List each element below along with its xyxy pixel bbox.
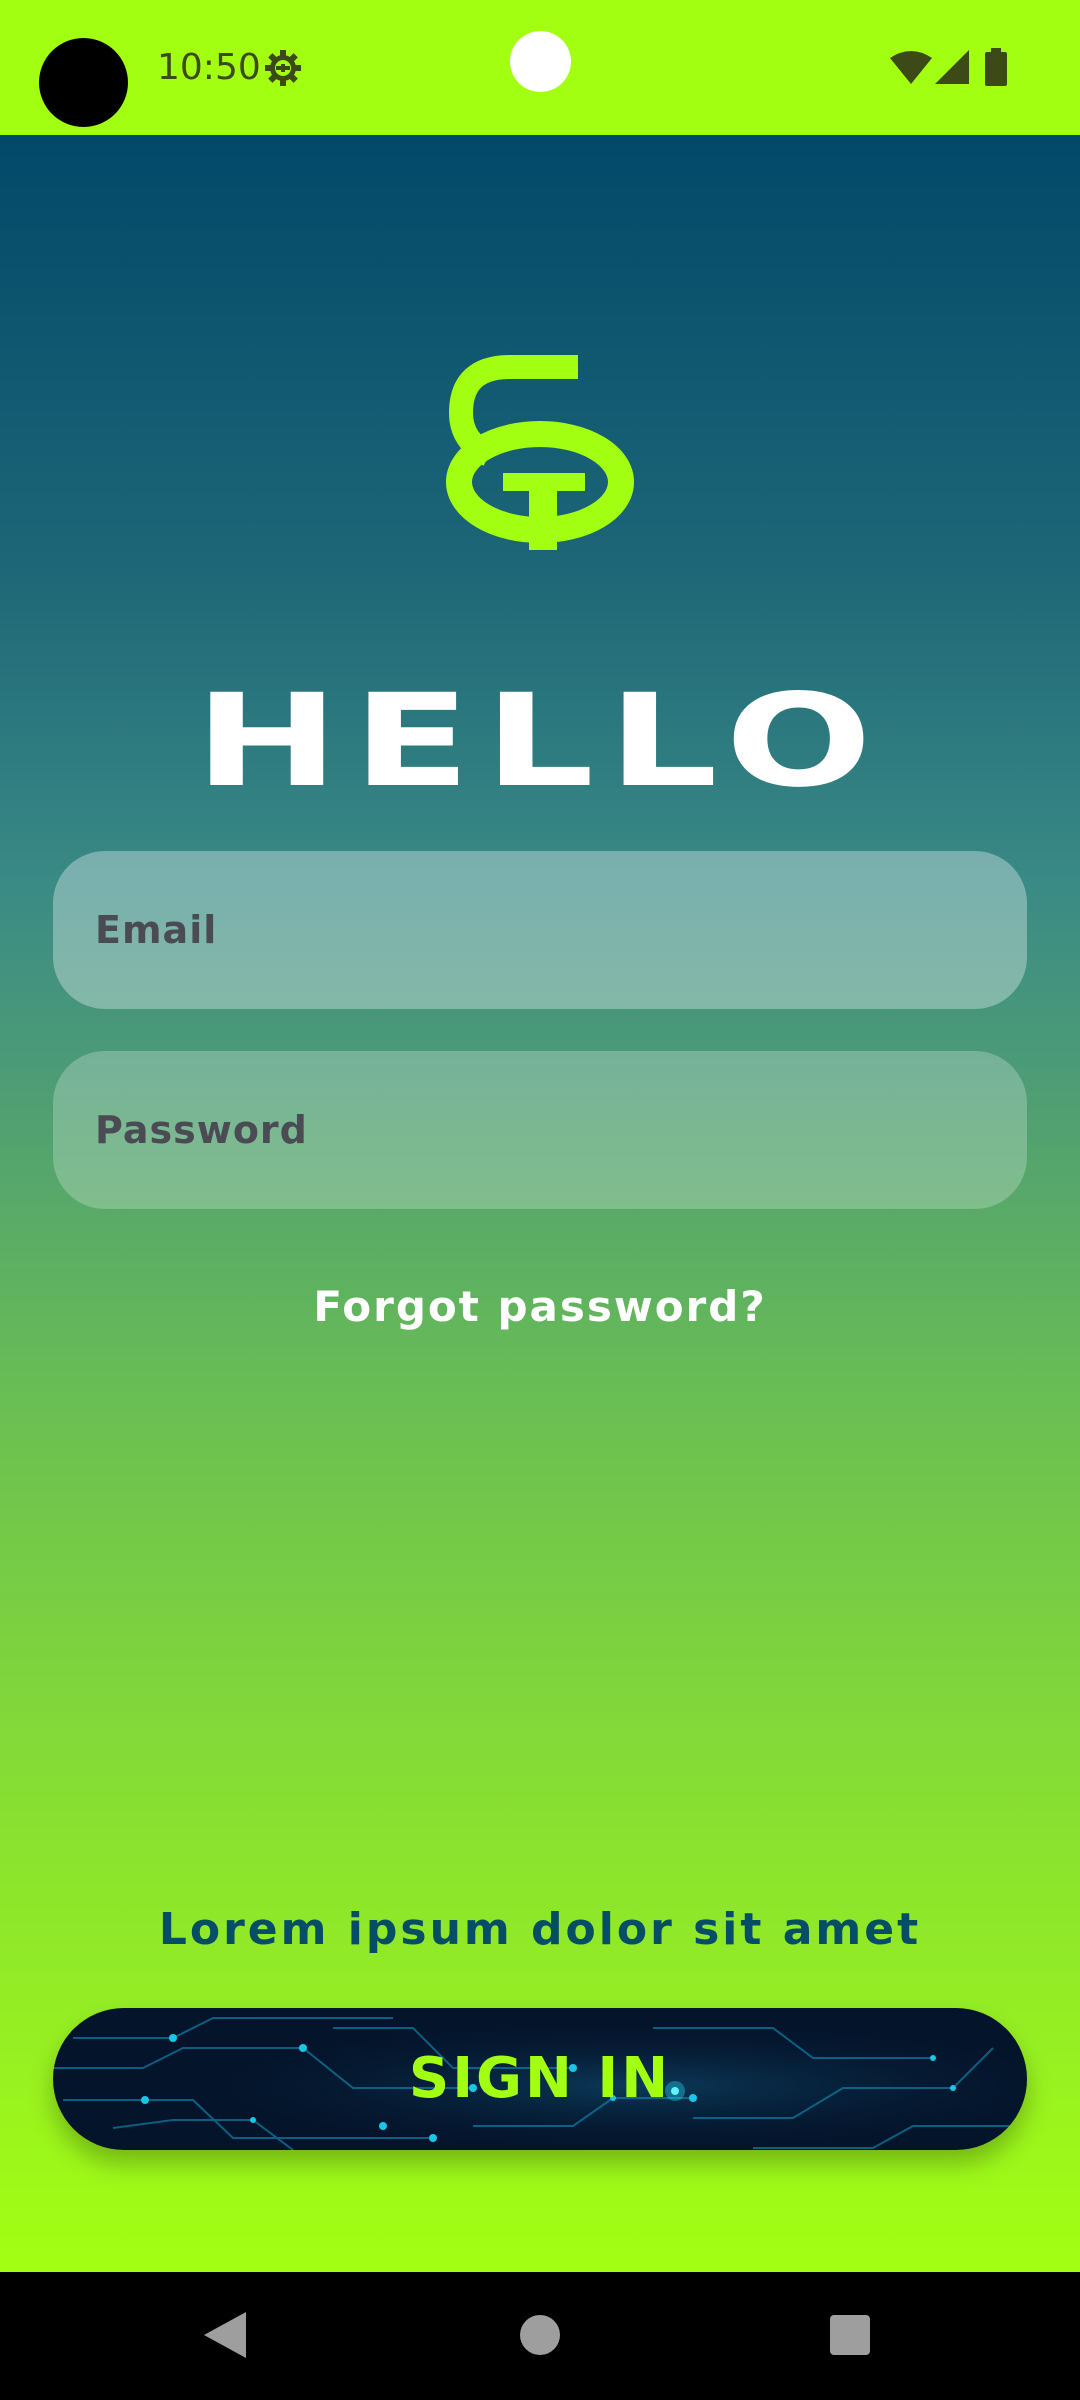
- sign-in-label: SIGN IN: [408, 2046, 672, 2111]
- status-time: 10:50: [157, 47, 261, 88]
- home-icon[interactable]: [520, 2315, 560, 2355]
- signal-icon: [935, 50, 969, 84]
- page-title: HELLO: [194, 667, 886, 816]
- center-indicator-dot: [510, 31, 571, 92]
- back-icon[interactable]: [204, 2312, 246, 2358]
- email-field[interactable]: [53, 851, 1027, 1009]
- forgot-password-link[interactable]: Forgot password?: [0, 1280, 1080, 1334]
- camera-cutout: [39, 38, 128, 127]
- recents-icon[interactable]: [830, 2315, 870, 2355]
- app-screen: 10:50 HELLO Email Forgot password? Lorem…: [0, 0, 1080, 2400]
- sign-in-button[interactable]: SIGN IN: [53, 2008, 1027, 2150]
- navigation-bar: [0, 2272, 1080, 2400]
- tagline-text: Lorem ipsum dolor sit amet: [158, 1904, 922, 1955]
- wifi-icon: [890, 51, 932, 84]
- status-bar: 10:50: [0, 0, 1080, 135]
- gear-icon: [265, 50, 301, 86]
- brand-logo-icon: [446, 355, 634, 550]
- password-field[interactable]: [53, 1051, 1027, 1209]
- battery-icon: [985, 48, 1007, 86]
